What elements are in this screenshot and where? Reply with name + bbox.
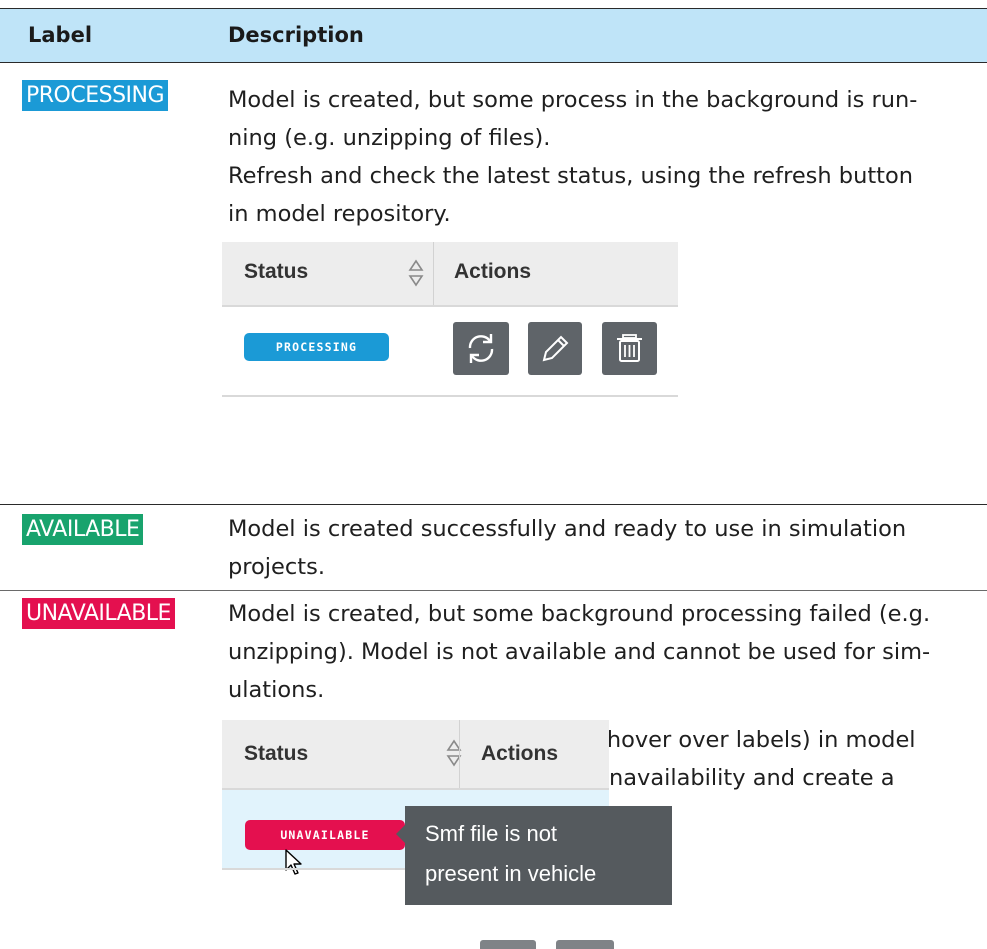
divider <box>222 305 678 307</box>
available-label: AVAILABLE <box>22 514 144 545</box>
delete-button[interactable] <box>556 940 614 949</box>
status-column-header: Status <box>244 742 309 765</box>
table-header-row: Label Description <box>0 8 987 63</box>
table-row-available: AVAILABLE Model is created successfully … <box>0 505 987 590</box>
tooltip-arrow <box>396 825 405 843</box>
refresh-button[interactable] <box>453 322 509 375</box>
actions-column-header: Actions <box>481 742 559 765</box>
edit-button[interactable] <box>480 940 536 949</box>
description-line: ulations. <box>228 677 325 703</box>
processing-label: PROCESSING <box>22 80 169 111</box>
table-row-processing: PROCESSING Model is created, but some pr… <box>0 63 987 504</box>
header-description: Description <box>228 23 364 47</box>
actions-column-header: Actions <box>454 260 532 283</box>
unavailable-badge[interactable]: UNAVAILABLE <box>245 820 405 850</box>
available-description: Model is created successfully and ready … <box>228 510 973 586</box>
screenshot-table-header: Status Actions <box>222 242 678 305</box>
description-line: unzipping). Model is not available and c… <box>228 639 931 665</box>
edit-button[interactable] <box>528 322 582 375</box>
description-line: Model is created, but some process in th… <box>228 87 918 113</box>
unavailable-tooltip: Smf file is not present in vehicle <box>405 806 672 905</box>
delete-icon <box>617 334 642 362</box>
unavailable-label: UNAVAILABLE <box>22 598 175 629</box>
processing-badge[interactable]: PROCESSING <box>244 333 389 361</box>
delete-button[interactable] <box>602 322 657 375</box>
column-separator <box>433 242 434 305</box>
unavailable-screenshot: Status Actions UNAVAILABLE Smf file is n… <box>222 720 682 949</box>
description-line: Model is created successfully and ready … <box>228 516 907 542</box>
description-line: in model repository. <box>228 201 451 227</box>
processing-description: Model is created, but some process in th… <box>228 81 973 233</box>
sort-icon[interactable] <box>408 258 424 288</box>
description-line: Refresh and check the latest status, usi… <box>228 163 914 189</box>
refresh-icon <box>468 334 494 363</box>
description-line: ning (e.g. unzipping of files). <box>228 125 551 151</box>
header-label: Label <box>28 23 93 47</box>
description-line: projects. <box>228 554 325 580</box>
description-line: Model is created, but some background pr… <box>228 601 931 627</box>
cursor-arrow-icon <box>285 849 302 875</box>
edit-icon <box>542 335 569 362</box>
tooltip-line: Smf file is not <box>425 821 558 846</box>
processing-screenshot: Status Actions PROCESSING <box>222 242 678 397</box>
column-separator <box>459 720 460 788</box>
tooltip-line: present in vehicle <box>425 861 597 886</box>
status-column-header: Status <box>244 260 309 283</box>
screenshot-table-header: Status Actions <box>222 720 609 788</box>
divider <box>222 395 678 397</box>
